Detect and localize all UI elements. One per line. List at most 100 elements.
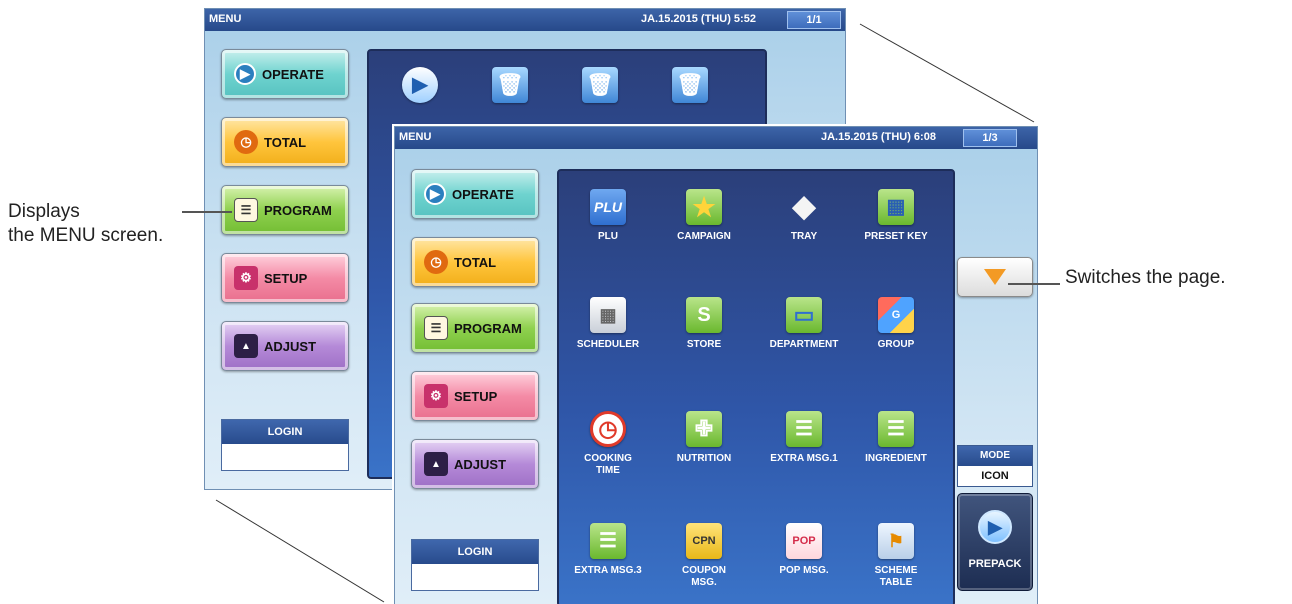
tile-label: DEPARTMENT <box>769 339 839 350</box>
page-indicator: 1/1 <box>787 11 841 29</box>
calendar-icon: ▦ <box>590 297 626 333</box>
message-icon: ☰ <box>590 523 626 559</box>
screen-title: MENU <box>399 131 432 143</box>
tile-label: COUPON MSG. <box>682 565 726 588</box>
operate-button-label: OPERATE <box>262 66 324 82</box>
total-button-label: TOTAL <box>454 254 497 270</box>
login-box[interactable]: LOGIN <box>411 539 539 591</box>
operate-button[interactable]: ▶ OPERATE <box>221 49 349 99</box>
play-icon: ▶ <box>978 510 1012 544</box>
tile-label: PRESET KEY <box>864 231 928 242</box>
total-icon: ◷ <box>424 250 448 274</box>
adjust-icon: ▲ <box>424 452 448 476</box>
folder-icon: ▭ <box>786 297 822 333</box>
adjust-icon: ▲ <box>234 334 258 358</box>
wrench-icon: ⚙ <box>234 266 258 290</box>
total-button[interactable]: ◷ TOTAL <box>221 117 349 167</box>
adjust-button[interactable]: ▲ ADJUST <box>221 321 349 371</box>
group-icon: G <box>878 297 914 333</box>
program-button[interactable]: ☰ PROGRAM <box>411 303 539 353</box>
trash-icon: 🗑 <box>492 67 528 103</box>
datetime: JA.15.2015 (THU) 6:08 <box>821 131 936 143</box>
triangle-down-icon <box>984 269 1006 285</box>
mode-label: MODE <box>958 446 1032 466</box>
callout-page: Switches the page. <box>1065 267 1226 288</box>
total-button-label: TOTAL <box>264 134 307 150</box>
program-button-label: PROGRAM <box>264 202 332 218</box>
tile-extra-msg-3[interactable]: ☰ EXTRA MSG.3 <box>563 523 653 577</box>
tile-tray[interactable]: ◆ TRAY <box>759 189 849 243</box>
setup-button-label: SETUP <box>264 270 308 286</box>
delete-tile[interactable]: 🗑 <box>645 67 735 109</box>
stage: MENU JA.15.2015 (THU) 5:52 1/1 ▶ OPERATE… <box>0 0 1292 604</box>
tile-label: COOKING TIME <box>584 453 632 476</box>
mode-box[interactable]: MODE ICON <box>957 445 1033 487</box>
tile-ingredient[interactable]: ☰ INGREDIENT <box>851 411 941 465</box>
setup-button-label: SETUP <box>454 388 498 404</box>
delete-tile[interactable]: 🗑 <box>555 67 645 109</box>
prepack-label: PREPACK <box>968 558 1022 570</box>
title-bar: MENU JA.15.2015 (THU) 6:08 1/3 <box>395 127 1037 149</box>
tile-label: EXTRA MSG.1 <box>770 453 838 464</box>
tile-scheduler[interactable]: ▦ SCHEDULER <box>563 297 653 351</box>
operate-button[interactable]: ▶ OPERATE <box>411 169 539 219</box>
tile-label: SCHEME TABLE <box>874 565 918 588</box>
datetime: JA.15.2015 (THU) 5:52 <box>641 13 756 25</box>
tile-pop-msg[interactable]: POP POP MSG. <box>759 523 849 577</box>
zoom-line-bottom <box>215 499 385 603</box>
screen-title: MENU <box>209 13 242 25</box>
tile-preset-key[interactable]: ▦ PRESET KEY <box>851 189 941 243</box>
tile-label: GROUP <box>877 339 915 350</box>
tile-label: NUTRITION <box>676 453 732 464</box>
plu-icon: PLU <box>590 189 626 225</box>
tile-label: STORE <box>686 339 722 350</box>
zoom-line-top <box>859 23 1035 123</box>
program-button[interactable]: ☰ PROGRAM <box>221 185 349 235</box>
tile-coupon-msg[interactable]: CPN COUPON MSG. <box>659 523 749 589</box>
tile-label: EXTRA MSG.3 <box>574 565 642 576</box>
operate-button-label: OPERATE <box>452 186 514 202</box>
adjust-button-label: ADJUST <box>454 456 507 472</box>
wrench-icon: ⚙ <box>424 384 448 408</box>
tile-nutrition[interactable]: ✙ NUTRITION <box>659 411 749 465</box>
tile-campaign[interactable]: ★ CAMPAIGN <box>659 189 749 243</box>
callout-menu: Displays the MENU screen. <box>8 200 163 248</box>
login-box[interactable]: LOGIN <box>221 419 349 471</box>
trash-icon: 🗑 <box>582 67 618 103</box>
map-icon: ⚑ <box>878 523 914 559</box>
coupon-icon: CPN <box>686 523 722 559</box>
adjust-button[interactable]: ▲ ADJUST <box>411 439 539 489</box>
tile-cooking-time[interactable]: ◷ COOKING TIME <box>563 411 653 477</box>
play-icon: ▶ <box>234 63 256 85</box>
tile-label: PLU <box>598 231 618 242</box>
tile-department[interactable]: ▭ DEPARTMENT <box>759 297 849 351</box>
setup-button[interactable]: ⚙ SETUP <box>411 371 539 421</box>
play-icon: ▶ <box>402 67 438 103</box>
login-label: LOGIN <box>412 540 538 564</box>
star-icon: ★ <box>686 189 722 225</box>
tray-icon: ◆ <box>792 190 816 223</box>
program-button-label: PROGRAM <box>454 320 522 336</box>
page-down-button[interactable] <box>957 257 1033 297</box>
login-label: LOGIN <box>222 420 348 444</box>
tile-group[interactable]: G GROUP <box>851 297 941 351</box>
tile-plu[interactable]: PLU PLU <box>563 189 653 243</box>
total-icon: ◷ <box>234 130 258 154</box>
preset-key-icon: ▦ <box>878 189 914 225</box>
tile-store[interactable]: S STORE <box>659 297 749 351</box>
mode-value: ICON <box>981 470 1009 482</box>
prepack-tile[interactable]: ▶ <box>375 67 465 109</box>
book-icon: ☰ <box>234 198 258 222</box>
delete-tile[interactable]: 🗑 <box>465 67 555 109</box>
prepack-button[interactable]: ▶ PREPACK <box>957 493 1033 591</box>
menu-screen-front: MENU JA.15.2015 (THU) 6:08 1/3 ▶ OPERATE… <box>394 126 1038 604</box>
play-icon: ▶ <box>424 183 446 205</box>
tile-label: POP MSG. <box>779 565 829 576</box>
total-button[interactable]: ◷ TOTAL <box>411 237 539 287</box>
pop-icon: POP <box>786 523 822 559</box>
setup-button[interactable]: ⚙ SETUP <box>221 253 349 303</box>
tile-extra-msg-1[interactable]: ☰ EXTRA MSG.1 <box>759 411 849 465</box>
tile-label: TRAY <box>790 231 818 242</box>
book-icon: ☰ <box>424 316 448 340</box>
tile-scheme-table[interactable]: ⚑ SCHEME TABLE <box>851 523 941 589</box>
